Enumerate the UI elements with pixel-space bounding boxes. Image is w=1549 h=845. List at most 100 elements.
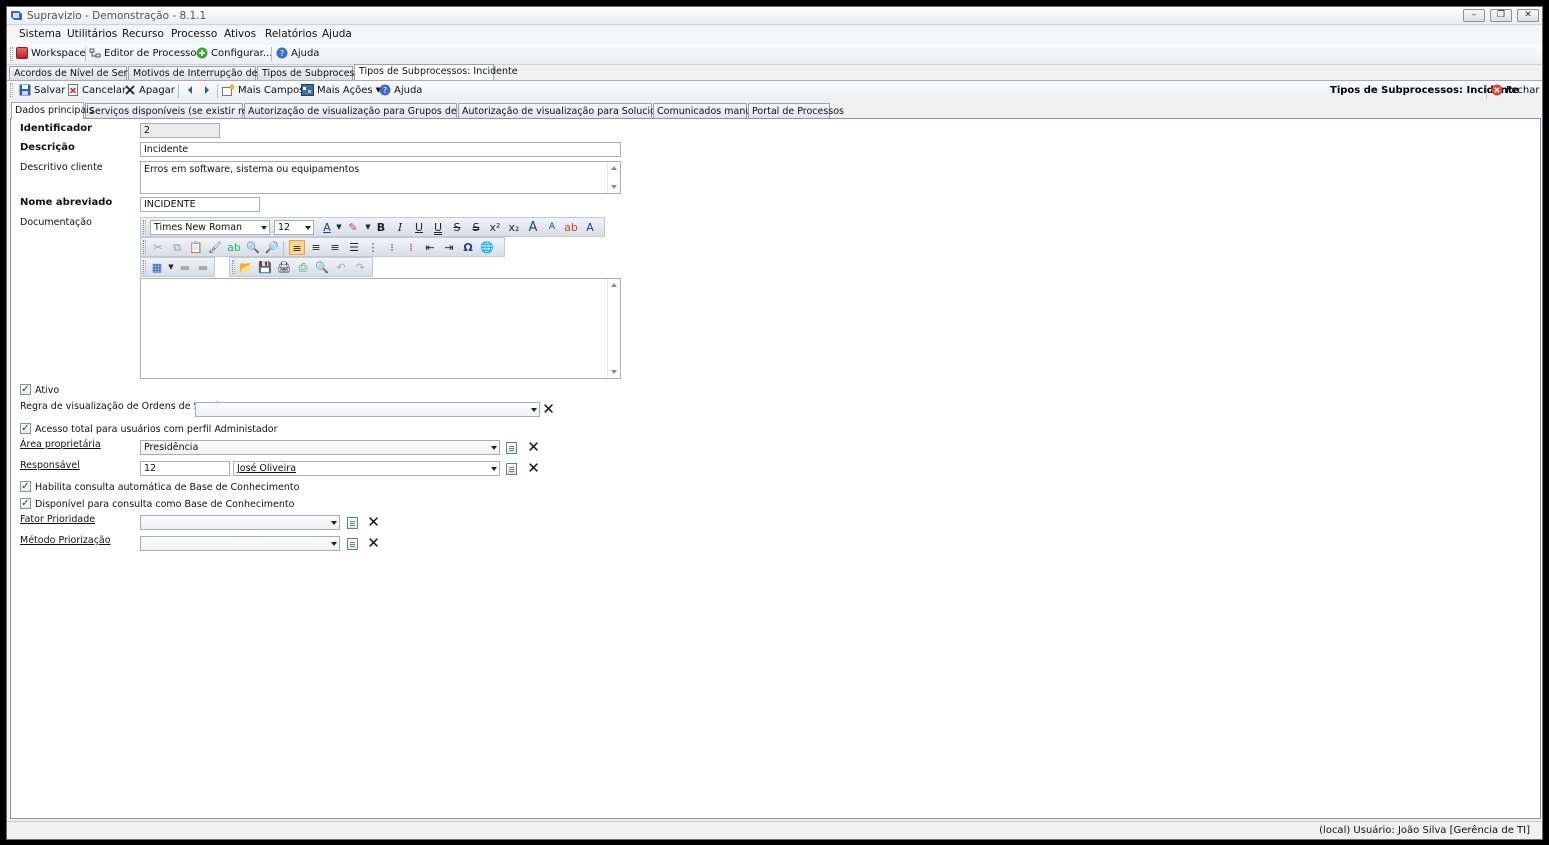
clear-responsavel-button[interactable]: ✕ bbox=[527, 461, 540, 476]
highlight-icon[interactable]: ✎ bbox=[345, 220, 361, 235]
tab-servicos-disponiveis[interactable]: Serviços disponíveis (se existir restriç… bbox=[85, 103, 283, 118]
tab-acordos[interactable]: Acordos de Nível de Serviço bbox=[9, 66, 147, 80]
tab-incidente[interactable]: Tipos de Subprocessos: Incidente bbox=[354, 64, 518, 80]
fator-prioridade-select[interactable] bbox=[140, 515, 340, 530]
next-button[interactable] bbox=[202, 84, 212, 96]
nome-abreviado-field[interactable]: INCIDENTE bbox=[140, 197, 260, 212]
descricao-field[interactable]: Incidente bbox=[140, 142, 621, 157]
toolbar-grip[interactable] bbox=[10, 83, 13, 97]
menu-ativos[interactable]: Ativos bbox=[224, 28, 256, 40]
close-window-button[interactable]: ✕ bbox=[1517, 9, 1539, 22]
paste-icon[interactable]: 📋 bbox=[188, 240, 204, 255]
grow-font-icon[interactable]: A bbox=[525, 220, 541, 235]
increase-indent-icon[interactable]: ⇥ bbox=[441, 240, 457, 255]
menu-sistema[interactable]: Sistema bbox=[19, 28, 61, 40]
edit-area-icon[interactable] bbox=[506, 442, 517, 454]
metodo-priorizacao-label[interactable]: Método Priorização bbox=[20, 535, 111, 546]
edit-responsavel-icon[interactable] bbox=[506, 463, 517, 475]
italic-icon[interactable]: I bbox=[392, 220, 408, 235]
font-size-select[interactable]: 12 bbox=[274, 220, 314, 235]
restore-button[interactable]: ❐ bbox=[1490, 9, 1512, 22]
superscript-icon[interactable]: x² bbox=[487, 220, 503, 235]
open-folder-icon[interactable]: 📂 bbox=[238, 260, 254, 275]
acesso-total-checkbox[interactable]: ✓ bbox=[20, 423, 31, 434]
descritivo-cliente-field[interactable]: Erros em software, sistema ou equipament… bbox=[140, 161, 621, 194]
more-fields-button[interactable]: Mais Campos bbox=[222, 84, 304, 96]
clear-format-icon[interactable]: A bbox=[582, 220, 598, 235]
close-record-button[interactable]: Fechar bbox=[1491, 84, 1539, 96]
metodo-priorizacao-select[interactable] bbox=[140, 536, 340, 551]
subscript-icon[interactable]: x₂ bbox=[506, 220, 522, 235]
tab-motivos[interactable]: Motivos de Interrupção de ANS bbox=[128, 66, 280, 80]
toolbar-grip[interactable] bbox=[10, 47, 13, 61]
responsavel-code-field[interactable]: 12 bbox=[140, 461, 230, 476]
undo-icon[interactable]: ↶ bbox=[333, 260, 349, 275]
tab-autorizacao-solucionadores[interactable]: Autorização de visualização para Solucio… bbox=[458, 103, 694, 118]
more-actions-button[interactable]: Mais Ações ▼ bbox=[301, 84, 381, 96]
spellcheck-icon[interactable]: ab bbox=[563, 220, 579, 235]
insert-row-icon[interactable]: ▬ bbox=[177, 260, 193, 275]
area-proprietaria-select[interactable]: Presidência bbox=[140, 440, 500, 455]
disponivel-consulta-checkbox[interactable]: ✓ bbox=[20, 498, 31, 509]
toolbar-grip[interactable] bbox=[143, 220, 146, 234]
tab-portal-processos[interactable]: Portal de Processos bbox=[748, 103, 844, 118]
copy-icon[interactable]: ⧉ bbox=[169, 240, 185, 255]
print-icon[interactable]: 🖨 bbox=[276, 260, 292, 275]
save-document-icon[interactable]: 💾 bbox=[257, 260, 273, 275]
help-button[interactable]: ? Ajuda bbox=[276, 47, 319, 59]
ativo-checkbox[interactable]: ✓ bbox=[20, 384, 31, 395]
cancel-button[interactable]: Cancelar bbox=[67, 84, 126, 96]
align-justify-icon[interactable]: ☰ bbox=[346, 240, 362, 255]
vertical-scrollbar[interactable] bbox=[607, 162, 620, 193]
tab-autorizacao-grupos[interactable]: Autorização de visualização para Grupos … bbox=[244, 103, 500, 118]
tab-comunicados-manuais[interactable]: Comunicados manuais bbox=[653, 103, 765, 118]
previous-button[interactable] bbox=[185, 84, 195, 96]
shrink-font-icon[interactable]: A bbox=[544, 220, 560, 235]
redo-icon[interactable]: ↷ bbox=[352, 260, 368, 275]
save-button[interactable]: Salvar bbox=[19, 84, 65, 96]
menu-ajuda[interactable]: Ajuda bbox=[322, 28, 352, 40]
area-proprietaria-label[interactable]: Área proprietária bbox=[20, 439, 101, 450]
process-editor-button[interactable]: Editor de Processos bbox=[89, 47, 202, 59]
edit-fator-icon[interactable] bbox=[347, 517, 358, 529]
fator-prioridade-label[interactable]: Fator Prioridade bbox=[20, 514, 95, 525]
cut-icon[interactable]: ✂ bbox=[150, 240, 166, 255]
responsavel-select[interactable]: José Oliveira bbox=[233, 461, 500, 476]
workspace-button[interactable]: Workspace bbox=[16, 47, 86, 59]
spelling-icon[interactable]: ab bbox=[226, 240, 242, 255]
clear-area-button[interactable]: ✕ bbox=[527, 440, 540, 455]
replace-icon[interactable]: 🔎 bbox=[264, 240, 280, 255]
double-strikethrough-icon[interactable]: S bbox=[468, 220, 484, 235]
regra-visualizacao-select[interactable] bbox=[195, 402, 540, 417]
menu-recurso[interactable]: Recurso bbox=[122, 28, 164, 40]
toolbar-grip[interactable] bbox=[143, 240, 146, 254]
align-center-icon[interactable]: ≡ bbox=[308, 240, 324, 255]
delete-row-icon[interactable]: ▬ bbox=[195, 260, 211, 275]
configure-button[interactable]: Configurar... bbox=[196, 47, 272, 59]
font-family-select[interactable]: Times New Roman bbox=[150, 220, 270, 235]
responsavel-label[interactable]: Responsável bbox=[20, 460, 80, 471]
find-icon[interactable]: 🔍 bbox=[245, 240, 261, 255]
numbered-list-icon[interactable]: ⋮ bbox=[365, 240, 381, 255]
print-preview-icon[interactable]: ⎙ bbox=[295, 260, 311, 275]
delete-button[interactable]: Apagar bbox=[124, 84, 175, 96]
toolbar-grip[interactable] bbox=[143, 260, 146, 274]
menu-processo[interactable]: Processo bbox=[171, 28, 217, 40]
multilevel-list-icon[interactable]: ⁞ bbox=[403, 240, 419, 255]
menu-relatorios[interactable]: Relatórios bbox=[265, 28, 317, 40]
clear-metodo-button[interactable]: ✕ bbox=[367, 536, 380, 551]
strikethrough-icon[interactable]: S bbox=[449, 220, 465, 235]
tab-tipos-subprocessos[interactable]: Tipos de Subprocessos bbox=[257, 66, 370, 80]
format-painter-icon[interactable]: 🖌 bbox=[207, 240, 223, 255]
tab-dados-principais[interactable]: Dados principais bbox=[11, 102, 94, 119]
underline-icon[interactable]: U bbox=[411, 220, 427, 235]
toolbar-grip[interactable] bbox=[232, 260, 235, 274]
zoom-page-icon[interactable]: 🔍 bbox=[314, 260, 330, 275]
habilita-consulta-checkbox[interactable]: ✓ bbox=[20, 481, 31, 492]
align-left-icon[interactable]: ≡ bbox=[289, 240, 305, 255]
minimize-button[interactable]: – bbox=[1463, 9, 1485, 22]
vertical-scrollbar[interactable] bbox=[607, 279, 620, 378]
decrease-indent-icon[interactable]: ⇤ bbox=[422, 240, 438, 255]
clear-regra-button[interactable]: ✕ bbox=[542, 402, 555, 417]
hyperlink-icon[interactable]: 🌐 bbox=[479, 240, 495, 255]
